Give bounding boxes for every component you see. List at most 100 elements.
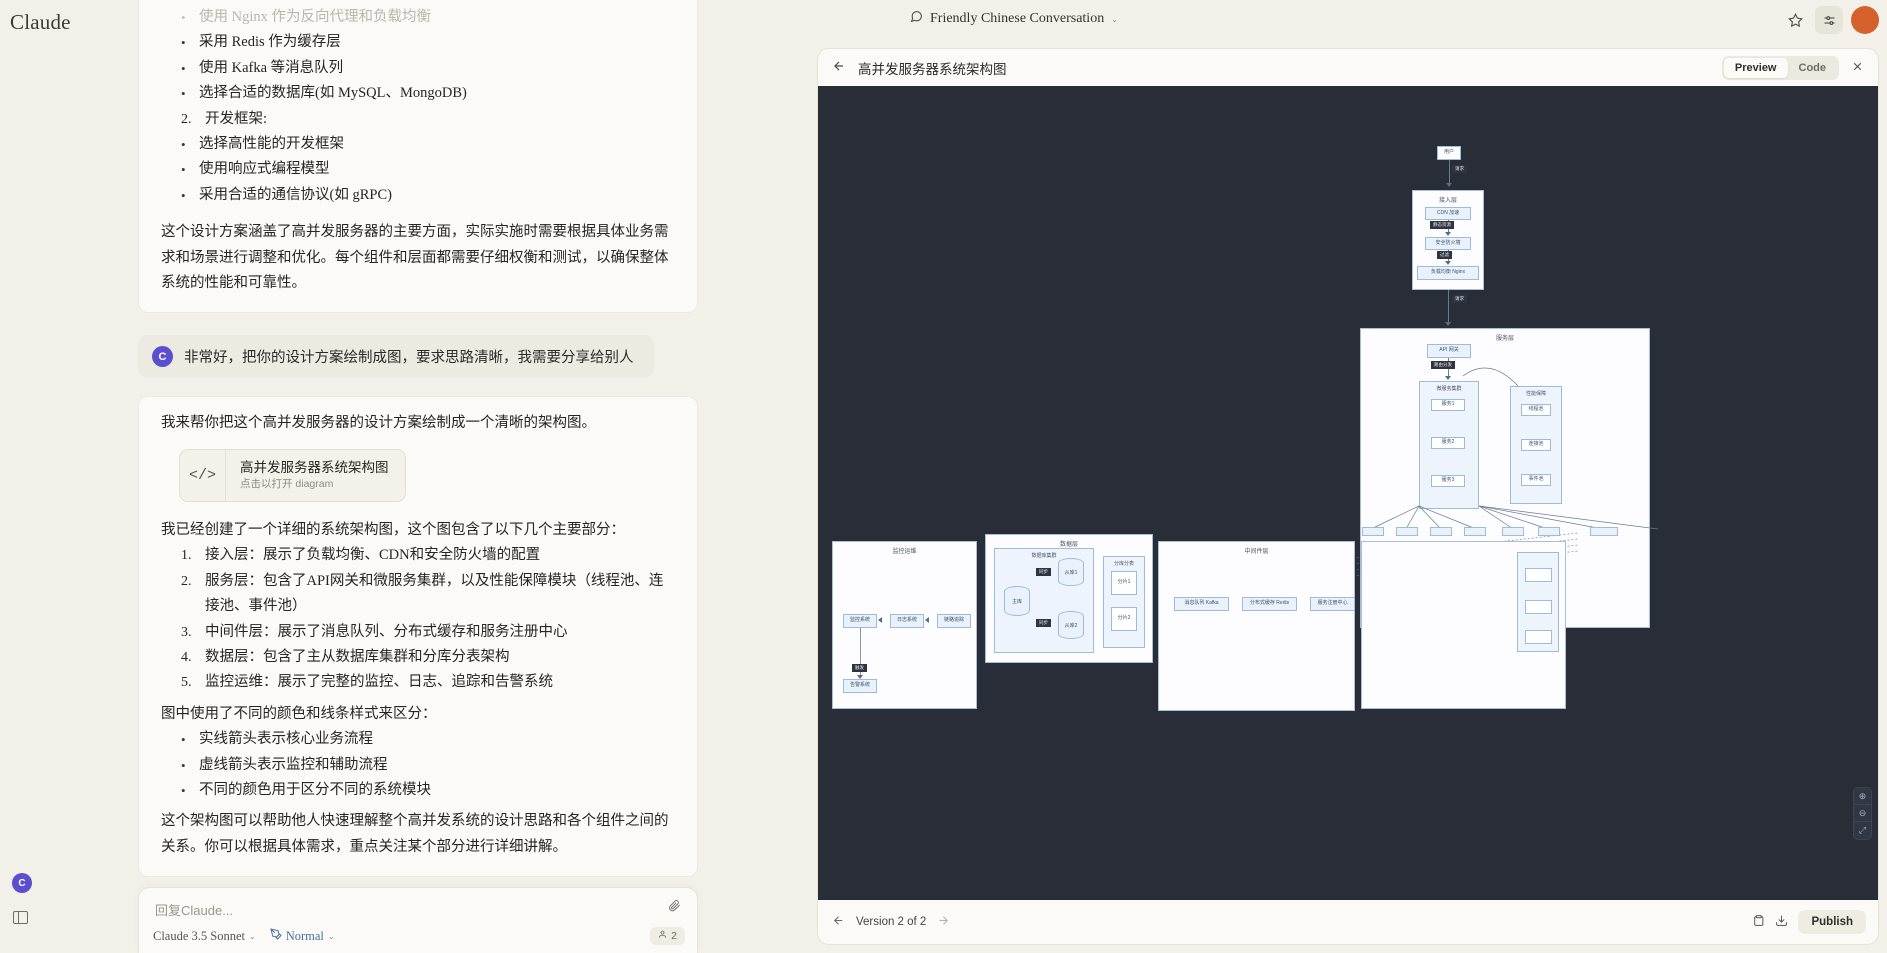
download-icon[interactable] — [1775, 914, 1788, 930]
assistant-message: 我来帮你把这个高并发服务器的设计方案绘制成一个清晰的架构图。 </> 高并发服务… — [138, 396, 698, 877]
version-next-button[interactable] — [937, 914, 950, 930]
ordered-list: 开发框架: — [181, 107, 675, 132]
list-item: 开发框架: — [181, 107, 675, 132]
panel-toggle-icon[interactable] — [13, 911, 28, 924]
model-selector[interactable]: Claude 3.5 Sonnet ⌄ — [153, 929, 256, 944]
arrow-icon — [878, 617, 882, 623]
conversation-title-button[interactable]: Friendly Chinese Conversation ⌄ — [910, 10, 1118, 28]
arrow-icon — [1445, 376, 1451, 380]
subgroup-title: 分库分表 — [1104, 560, 1144, 567]
arrow-icon — [1446, 183, 1452, 187]
diagram-group-middleware: 中间件层 — [1158, 541, 1355, 711]
diagram-node-connection-pool: 连接池 — [1521, 439, 1551, 451]
sidebar-bottom: C — [8, 863, 54, 953]
diagram-edges — [818, 86, 1878, 900]
paragraph: 图中使用了不同的颜色和线条样式来区分： — [161, 702, 675, 727]
diagram-node-service-1: 服务1 — [1431, 399, 1465, 411]
artifact-panel: 高并发服务器系统架构图 Preview Code 用户 请求 接入层 CDN 加… — [817, 48, 1879, 945]
diagram-node-stub — [1464, 527, 1486, 536]
list-item: 中间件层：展示了消息队列、分布式缓存和服务注册中心 — [181, 620, 675, 645]
artifact-preview-card[interactable]: </> 高并发服务器系统架构图 点击以打开 diagram — [179, 449, 406, 502]
diagram-node-stub — [1396, 527, 1418, 536]
diagram-node-firewall: 安全防火墙 — [1425, 237, 1471, 250]
subgroup-title: 性能保障 — [1511, 390, 1561, 397]
artifact-header: 高并发服务器系统架构图 Preview Code — [818, 49, 1878, 86]
usage-counter[interactable]: 2 — [650, 927, 685, 945]
group-title: 中间件层 — [1159, 546, 1354, 555]
canvas-controls: ⊕ ⊖ ⤢ — [1853, 787, 1872, 840]
diagram-node-slave-db-1: 从库1 — [1058, 558, 1084, 586]
diagram-node-kafka: 消息队列 Kafka — [1174, 597, 1229, 611]
diagram-node-right-3 — [1525, 630, 1552, 644]
diagram-node-cdn: CDN 加速 — [1425, 207, 1471, 220]
diagram-node-event-pool: 事件池 — [1521, 474, 1551, 486]
header-actions — [1781, 6, 1879, 34]
list-item: 使用 Nginx 作为反向代理和负载均衡 — [179, 5, 675, 30]
artifact-title: 高并发服务器系统架构图 — [858, 58, 1007, 78]
list-item: 使用响应式编程模型 — [179, 157, 675, 182]
diagram-node-stub — [1430, 527, 1452, 536]
diagram-node-redis: 分布式缓存 Redis — [1242, 597, 1297, 611]
arrow-icon — [925, 617, 929, 623]
arrow-left-icon[interactable] — [832, 59, 846, 76]
group-title: 服务层 — [1361, 333, 1649, 342]
user-message-row: C 非常好，把你的设计方案绘制成图，要求思路清晰，我需要分享给别人 — [138, 335, 698, 378]
version-label: Version 2 of 2 — [856, 916, 926, 928]
edge-label: 同步 — [1036, 619, 1051, 627]
composer-footer: Claude 3.5 Sonnet ⌄ Normal ⌄ 2 — [153, 927, 685, 945]
version-prev-button[interactable] — [832, 914, 845, 930]
diagram-node-stub — [1590, 527, 1618, 536]
message-input-placeholder[interactable]: 回复Claude... — [155, 900, 233, 919]
style-selector[interactable]: Normal ⌄ — [270, 928, 335, 944]
diagram-node-slave-db-2: 从库2 — [1058, 611, 1084, 639]
conversation-title: Friendly Chinese Conversation — [930, 11, 1104, 27]
list-item: 数据层：包含了主从数据库集群和分库分表架构 — [181, 645, 675, 670]
list-item: 虚线箭头表示监控和辅助流程 — [179, 753, 675, 778]
diagram-node-right-2 — [1525, 600, 1552, 614]
artifact-card-body: 高并发服务器系统架构图 点击以打开 diagram — [226, 450, 405, 501]
tab-preview[interactable]: Preview — [1724, 58, 1788, 78]
chat-bubble-icon — [910, 10, 923, 28]
fit-screen-icon[interactable]: ⤢ — [1854, 822, 1871, 839]
list-item: 采用合适的通信协议(如 gRPC) — [179, 183, 675, 208]
code-brackets-icon: </> — [180, 450, 226, 501]
usage-icon — [658, 930, 667, 942]
diagram-node-alerting: 告警系统 — [843, 679, 877, 693]
diagram-node-user: 用户 — [1437, 146, 1461, 160]
avatar[interactable]: C — [12, 873, 32, 893]
message-composer[interactable]: 回复Claude... Claude 3.5 Sonnet ⌄ Normal ⌄ — [138, 887, 698, 953]
edge-label: 路由分发 — [1431, 361, 1455, 369]
bullet-list: 实线箭头表示核心业务流程 虚线箭头表示监控和辅助流程 不同的颜色用于区分不同的系… — [179, 727, 675, 803]
list-item: 不同的颜色用于区分不同的系统模块 — [179, 778, 675, 803]
chevron-down-icon: ⌄ — [249, 932, 256, 941]
tab-code[interactable]: Code — [1788, 58, 1838, 78]
diagram-subgroup-sharding: 分库分表 — [1103, 556, 1145, 648]
list-item: 接入层：展示了负载均衡、CDN和安全防火墙的配置 — [181, 543, 675, 568]
zoom-out-icon[interactable]: ⊖ — [1854, 805, 1871, 822]
diagram-node-right-1 — [1525, 568, 1552, 582]
diagram-canvas[interactable]: 用户 请求 接入层 CDN 加速 静态资源 安全防火墙 过滤 负载均衡 Ngin… — [818, 86, 1878, 900]
edge-label: 触发 — [852, 664, 867, 672]
list-item: 采用 Redis 作为缓存层 — [179, 30, 675, 55]
sliders-icon[interactable] — [1815, 6, 1843, 34]
close-icon[interactable] — [1847, 60, 1868, 76]
list-item: 选择合适的数据库(如 MySQL、MongoDB) — [179, 81, 675, 106]
diagram-node-api-gateway: API 网关 — [1427, 344, 1471, 358]
edge-label: 过滤 — [1437, 251, 1452, 259]
bullet-list: 选择高性能的开发框架 使用响应式编程模型 采用合适的通信协议(如 gRPC) — [179, 132, 675, 208]
star-icon[interactable] — [1781, 6, 1809, 34]
avatar[interactable] — [1851, 6, 1879, 34]
publish-button[interactable]: Publish — [1798, 910, 1866, 934]
style-icon — [270, 928, 282, 944]
diagram-node-service-2: 服务2 — [1431, 437, 1465, 449]
arrow-icon — [1445, 232, 1451, 236]
group-title: 接入层 — [1413, 195, 1483, 204]
paperclip-icon[interactable] — [668, 899, 681, 915]
chat-scroll-area[interactable]: 使用 Nginx 作为反向代理和负载均衡 采用 Redis 作为缓存层 使用 K… — [138, 0, 698, 900]
diagram-node-master-db: 主库 — [1004, 586, 1030, 616]
edge-label: 请求 — [1452, 165, 1467, 173]
copy-icon[interactable] — [1752, 914, 1765, 930]
diagram-node-load-balancer: 负载均衡 Nginx — [1417, 266, 1479, 280]
diagram-node-shard-1: 分片1 — [1111, 571, 1137, 595]
zoom-in-icon[interactable]: ⊕ — [1854, 788, 1871, 805]
